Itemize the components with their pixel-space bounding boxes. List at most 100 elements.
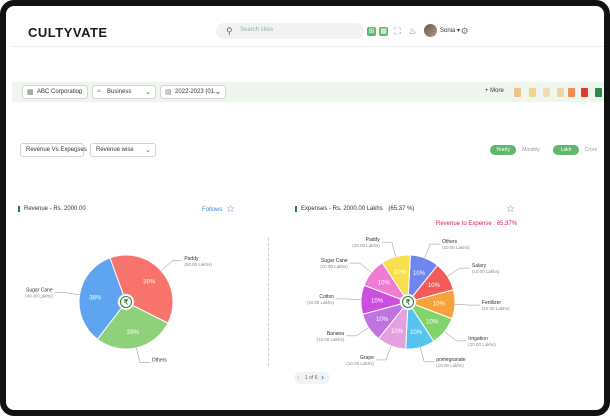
company-dropdown[interactable]: ▦ ABC Corporation ⌄ — [22, 85, 88, 99]
leader-line — [375, 345, 392, 361]
monthly-toggle[interactable]: Monthly — [519, 145, 543, 155]
leader-line — [54, 292, 80, 296]
calendar-icon[interactable]: ▦ — [379, 27, 388, 36]
slice-value-label: (10.00 Lakhs) — [442, 245, 470, 250]
leader-line — [136, 347, 150, 363]
star-icon[interactable]: ☆ — [226, 204, 235, 215]
expense-pie-chart: 10%Others(10.00 Lakhs)10%Salary(10.00 La… — [307, 237, 510, 368]
slice-percent-label: 10% — [410, 330, 423, 336]
document-icon[interactable] — [514, 88, 521, 97]
avatar — [424, 24, 437, 37]
view-dropdown[interactable]: Revenue wise ⌄ — [90, 143, 156, 157]
slice-value-label: (10.00 Lakhs) — [352, 243, 380, 248]
slice-percent-label: 10% — [378, 281, 391, 287]
chevron-down-icon: ⌄ — [145, 89, 151, 96]
year-value: 2022-2023 (01... — [175, 89, 220, 95]
star-icon[interactable]: ☆ — [506, 204, 515, 215]
slice-percent-label: 10% — [391, 329, 404, 335]
slice-value-label: (10.00 Lakhs) — [436, 363, 464, 368]
slice-value-label: (50.00 Lakhs) — [152, 363, 180, 364]
leader-line — [336, 298, 362, 300]
leader-line — [424, 243, 441, 259]
rupee-symbol: ₹ — [406, 299, 411, 307]
expand-icon[interactable]: ⛶ — [393, 27, 402, 36]
export-icon[interactable] — [529, 88, 536, 97]
slice-value-label: (10.00 Lakhs) — [472, 269, 500, 274]
chevron-right-icon[interactable]: › — [321, 372, 324, 382]
grid-icon[interactable]: ⊞ — [367, 27, 376, 36]
rupee-symbol: ₹ — [124, 299, 129, 307]
pagination: ‹ 1 of 6 › — [294, 372, 330, 384]
chart-type-dropdown[interactable]: Revenue Vs Expenses ⌄ — [20, 143, 87, 157]
slice-percent-label: 10% — [371, 298, 384, 304]
slice-value-label: (10.00 Lakhs) — [307, 300, 335, 305]
company-value: ABC Corporation — [37, 89, 83, 95]
year-dropdown[interactable]: ▤ 2022-2023 (01... ⌄ — [160, 85, 226, 99]
slice-value-label: (10.00 Lakhs) — [482, 306, 510, 311]
wifi-icon: ≈ — [97, 88, 101, 95]
chevron-down-icon: ⌄ — [77, 89, 83, 96]
chevron-left-icon[interactable]: ‹ — [297, 373, 300, 382]
more-filters-button[interactable]: + More — [485, 88, 504, 94]
slice-percent-label: 38% — [89, 295, 102, 301]
chevron-down-icon: ⌄ — [145, 147, 151, 154]
slice-percent-label: 38% — [143, 279, 156, 285]
follows-link[interactable]: Follows — [202, 207, 222, 213]
revenue-expense-ratio: Revenue to Expense : 65.37% — [436, 221, 518, 227]
app-logo[interactable]: CULTYVATE — [28, 25, 108, 40]
slice-value-label: (50.00 Lakhs) — [184, 262, 212, 267]
top-navigation-bar: CULTYVATE ⚲ Search sites ⊞ ▦ ⛶ ♨ Sonia ▾… — [6, 14, 604, 48]
leader-line — [349, 262, 372, 273]
search-input[interactable]: ⚲ Search sites — [216, 23, 364, 39]
search-placeholder: Search sites — [240, 27, 274, 33]
business-value: Business — [107, 89, 132, 95]
slice-percent-label: 10% — [413, 271, 426, 277]
slice-percent-label: 10% — [428, 283, 441, 289]
business-dropdown[interactable]: ≈ Business ⌄ — [92, 85, 156, 99]
excel-icon[interactable] — [595, 88, 602, 97]
print-icon[interactable] — [557, 88, 564, 97]
app-window: CULTYVATE ⚲ Search sites ⊞ ▦ ⛶ ♨ Sonia ▾… — [0, 0, 610, 416]
image-icon[interactable] — [568, 88, 575, 97]
revenue-pie-chart: 38%Paddy(50.00 Lakhs)28%Others(50.00 Lak… — [25, 254, 212, 364]
calendar-icon: ▤ — [165, 89, 172, 96]
filter-bar: ▦ ABC Corporation ⌄ ≈ Business ⌄ ▤ 2022-… — [12, 82, 604, 102]
expense-title: Expenses - Rs. 2000.00 Lakhs (65.37 %) — [295, 206, 414, 212]
leader-line — [381, 241, 396, 257]
building-icon: ▦ — [27, 89, 34, 96]
leader-line — [160, 260, 183, 271]
leader-line — [454, 304, 480, 306]
expense-percent: (65.37 %) — [388, 206, 415, 212]
panel-divider — [268, 238, 269, 366]
slice-percent-label: 10% — [394, 270, 407, 276]
view-value: Revenue wise — [96, 147, 134, 153]
yearly-toggle[interactable]: Yearly — [490, 145, 516, 155]
slice-value-label: (10.00 Lakhs) — [320, 264, 348, 269]
search-icon: ⚲ — [226, 26, 233, 36]
leader-line — [447, 267, 470, 277]
leader-line — [444, 331, 467, 342]
bell-icon[interactable]: ♨ — [408, 27, 417, 36]
chevron-down-icon: ⌄ — [73, 147, 79, 154]
lakh-toggle[interactable]: Lakh — [553, 145, 579, 155]
slice-value-label: (10.00 Lakhs) — [346, 361, 374, 366]
slice-percent-label: 28% — [127, 330, 140, 336]
slice-percent-label: 10% — [433, 302, 446, 308]
leader-line — [420, 347, 435, 363]
page-indicator: 1 of 6 — [305, 375, 318, 381]
chart-controls: Revenue Vs Expenses ⌄ Revenue wise ⌄ Yea… — [12, 141, 604, 161]
file-icon[interactable] — [543, 88, 550, 97]
slice-value-label: (40.00 Lakhs) — [25, 294, 53, 299]
slice-percent-label: 10% — [376, 317, 389, 323]
expense-title-text: Expenses - Rs. 2000.00 Lakhs — [301, 206, 383, 212]
slice-value-label: (10.00 Lakhs) — [468, 342, 496, 347]
header-divider — [12, 46, 604, 47]
pdf-icon[interactable] — [581, 88, 588, 97]
crore-toggle[interactable]: Crore — [580, 145, 602, 155]
user-name: Sonia ▾ — [440, 28, 461, 34]
slice-percent-label: 10% — [426, 319, 439, 325]
slice-value-label: (10.00 Lakhs) — [317, 337, 345, 342]
chevron-down-icon: ⌄ — [215, 89, 221, 96]
leader-line — [346, 327, 369, 337]
gear-icon[interactable]: ⚙ — [460, 27, 469, 36]
